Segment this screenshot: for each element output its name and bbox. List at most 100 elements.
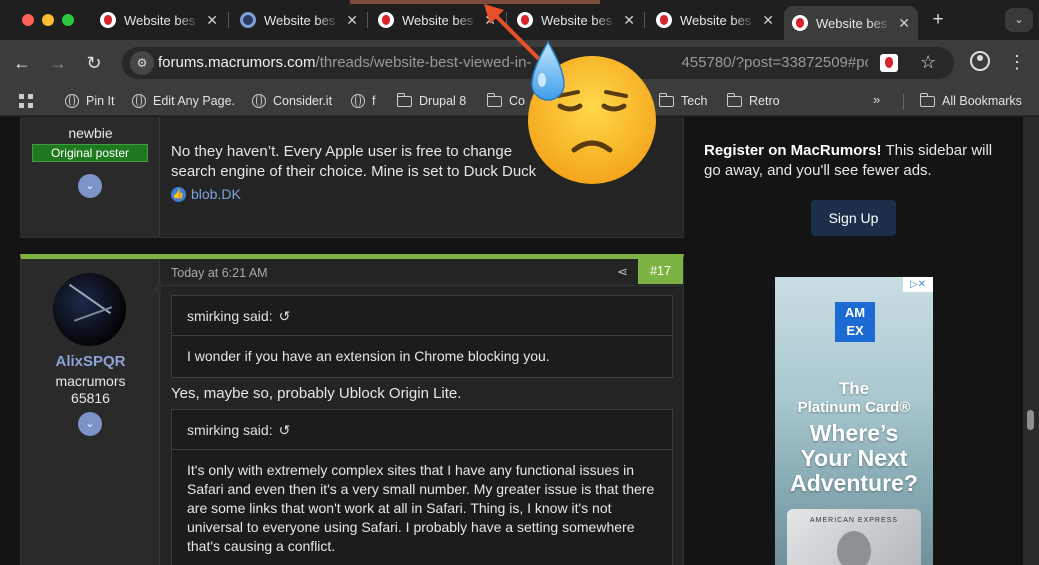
tab-1[interactable]: Website bes ✕: [92, 6, 226, 34]
bookmark-label: All Bookmarks: [942, 94, 1022, 108]
reload-button[interactable]: ↻: [82, 51, 106, 75]
post-header: Today at 6:21 AM ⋖ #17: [161, 259, 683, 286]
macrumors-favicon-icon: [100, 12, 116, 28]
ad-text: The: [838, 379, 870, 398]
tab-6-active[interactable]: Website bes ✕: [784, 6, 918, 40]
bookmark-f[interactable]: f: [351, 92, 375, 110]
user-title: newbie: [68, 125, 113, 141]
tab-title: Website bes: [264, 12, 336, 28]
close-icon[interactable]: ✕: [762, 12, 774, 29]
site-info-icon[interactable]: ⚙: [130, 51, 154, 75]
tab-search-button[interactable]: ⌄: [1005, 8, 1033, 32]
bookmarks-separator: [903, 94, 904, 110]
advertisement[interactable]: ▷✕ AM EX The Platinum Card® Where’s Your …: [775, 277, 933, 565]
tab-title: Website bes: [680, 12, 752, 28]
browser-window: Website bes ✕ Website bes ✕ Website bes …: [0, 0, 1039, 565]
globe-icon: [132, 94, 146, 108]
zoom-window-button[interactable]: [62, 14, 74, 26]
bookmark-co[interactable]: Co: [486, 92, 525, 110]
expand-user-chevron-icon[interactable]: ⌄: [78, 412, 102, 436]
bookmark-label: Retro: [749, 94, 780, 108]
macrumors-favicon-icon: [656, 12, 672, 28]
url-path-tail: 455780/?post=33872509#post-33...: [681, 54, 868, 71]
all-bookmarks-folder[interactable]: All Bookmarks: [919, 92, 1022, 110]
post-text-line: No they haven’t. Every Apple user is fre…: [171, 143, 513, 160]
close-icon[interactable]: ✕: [206, 12, 218, 29]
register-heading: Register on MacRumors!: [704, 142, 882, 159]
ad-text: Platinum Card®: [797, 399, 911, 416]
bookmark-retro[interactable]: Retro: [726, 92, 780, 110]
reaction-user-link[interactable]: blob.DK: [191, 186, 241, 202]
bookmark-drupal-8[interactable]: Drupal 8: [396, 92, 467, 110]
new-tab-button[interactable]: +: [928, 10, 948, 30]
scroll-thumb[interactable]: [1027, 410, 1034, 430]
url-host: forums.macrumors.com: [158, 54, 316, 71]
macrumors-favicon-icon: [378, 12, 394, 28]
bookmark-edit-any-page[interactable]: Edit Any Page.: [132, 92, 235, 110]
close-icon[interactable]: ✕: [623, 12, 635, 29]
post-date-link[interactable]: Today at 6:21 AM: [171, 266, 268, 280]
original-poster-badge: Original poster: [32, 144, 148, 162]
post-text-line: search engine of their choice. Mine is s…: [171, 163, 537, 180]
bookmark-consider-it[interactable]: Consider.it: [252, 92, 332, 110]
close-icon[interactable]: ✕: [898, 15, 910, 32]
apps-icon[interactable]: [19, 92, 33, 110]
web-page: newbie Original poster ⌄ No they haven’t…: [0, 117, 1023, 565]
bookmark-tech[interactable]: Tech: [658, 92, 708, 110]
tab-2[interactable]: Website bes ✕: [232, 6, 366, 34]
globe-icon: [351, 94, 365, 108]
folder-icon: [726, 92, 742, 107]
anxious-face-with-sweat-icon: [528, 40, 656, 184]
minimize-window-button[interactable]: [42, 14, 54, 26]
quote-text: It's only with extremely complex sites t…: [187, 462, 655, 554]
bookmark-label: Edit Any Page.: [153, 94, 236, 108]
folder-icon: [919, 92, 935, 107]
quote-author: smirking said:: [187, 422, 273, 438]
bookmarks-bar: Pin It Edit Any Page. Consider.it f Drup…: [0, 86, 1039, 116]
ad-choices-icon[interactable]: ▷✕: [903, 277, 933, 292]
menu-kebab-icon[interactable]: ⋮: [1008, 50, 1026, 74]
back-button[interactable]: ←: [10, 51, 34, 75]
avatar[interactable]: [53, 273, 126, 346]
forward-button[interactable]: →: [46, 51, 70, 75]
jump-to-quote-icon[interactable]: ↺: [279, 308, 291, 324]
sign-up-button[interactable]: Sign Up: [811, 200, 896, 236]
profile-icon[interactable]: [970, 51, 990, 71]
apps-grid-icon: [19, 94, 33, 108]
amex-logo-text: AM: [844, 305, 866, 320]
post-number-link[interactable]: #17: [638, 259, 683, 284]
tab-separator: [644, 12, 645, 28]
jump-to-quote-icon[interactable]: ↺: [279, 422, 291, 438]
quote-block: smirking said: ↺ I wonder if you have an …: [171, 295, 673, 378]
reaction-summary[interactable]: 👍 blob.DK: [171, 186, 241, 202]
globe-icon: [65, 94, 79, 108]
expand-user-chevron-icon[interactable]: ⌄: [78, 174, 102, 198]
bookmark-label: Tech: [681, 94, 708, 108]
tab-separator: [228, 12, 229, 28]
post-user-column: AlixSPQR macrumors 65816 ⌄: [21, 259, 160, 565]
loading-bar: [350, 0, 600, 4]
quote-header[interactable]: smirking said: ↺: [172, 296, 672, 336]
more-bookmarks-chevron-icon[interactable]: »: [873, 92, 880, 107]
ad-headline: Where’s: [809, 420, 899, 446]
page-scrollbar[interactable]: [1023, 117, 1039, 565]
close-icon[interactable]: ✕: [346, 12, 358, 29]
quote-header[interactable]: smirking said: ↺: [172, 410, 672, 450]
bookmark-pin-it[interactable]: Pin It: [65, 92, 115, 110]
tab-separator: [367, 12, 368, 28]
tab-title: Website bes: [816, 15, 888, 31]
post-user-column: newbie Original poster ⌄: [21, 117, 160, 237]
close-window-button[interactable]: [22, 14, 34, 26]
post-text-line: Yes, maybe so, probably Ublock Origin Li…: [171, 385, 462, 402]
bookmark-label: Drupal 8: [419, 94, 467, 108]
macrumors-extension-icon[interactable]: [880, 54, 898, 72]
ad-headline: Your Next: [800, 445, 908, 471]
bookmark-star-icon[interactable]: ☆: [920, 52, 936, 73]
message-arrow: [154, 282, 161, 296]
user-title: 65816: [71, 390, 110, 406]
folder-icon: [396, 92, 412, 107]
username-link[interactable]: AlixSPQR: [21, 353, 160, 370]
forum-post: AlixSPQR macrumors 65816 ⌄ Today at 6:21…: [20, 254, 684, 565]
share-icon[interactable]: ⋖: [617, 264, 628, 280]
tab-5[interactable]: Website bes ✕: [648, 6, 782, 34]
